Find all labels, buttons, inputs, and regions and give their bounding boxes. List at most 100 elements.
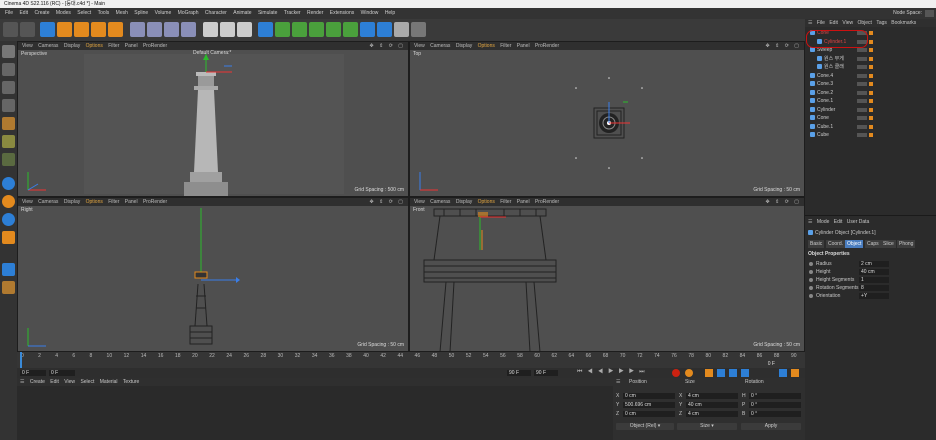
- visibility-toggle[interactable]: [857, 124, 867, 129]
- menu-character[interactable]: Character: [205, 10, 227, 16]
- start-frame-field[interactable]: 0 F: [20, 370, 46, 376]
- vp-menu-prorender[interactable]: ProRender: [535, 199, 559, 205]
- mat-menu-edit[interactable]: Edit: [50, 379, 59, 385]
- tag-icon[interactable]: [869, 99, 873, 103]
- vp-menu-display[interactable]: Display: [456, 43, 472, 49]
- menu-spline[interactable]: Spline: [134, 10, 148, 16]
- menu-animate[interactable]: Animate: [233, 10, 251, 16]
- attr-tab[interactable]: Caps: [865, 240, 881, 248]
- end-frame-field[interactable]: 90 F: [507, 370, 531, 376]
- make-editable-icon[interactable]: [2, 45, 15, 58]
- object-row[interactable]: Cone.4: [805, 72, 936, 80]
- prop-value-field[interactable]: 1: [859, 277, 889, 283]
- tag-icon[interactable]: [869, 48, 873, 52]
- vp-menu-filter[interactable]: Filter: [108, 43, 119, 49]
- menu-edit[interactable]: Edit: [19, 10, 28, 16]
- scale-tool-icon[interactable]: [74, 22, 89, 37]
- light-icon[interactable]: [394, 22, 409, 37]
- object-row[interactable]: 원스 부게: [805, 55, 936, 63]
- current-frame-field[interactable]: 0 F: [49, 370, 75, 376]
- film-icon[interactable]: [791, 369, 799, 377]
- object-name[interactable]: Cone.1: [817, 98, 833, 104]
- viewport-top[interactable]: View Cameras Display Options Filter Pane…: [409, 41, 805, 197]
- mat-menu-select[interactable]: Select: [80, 379, 94, 385]
- object-name[interactable]: Cube.1: [817, 124, 833, 130]
- vp-menu-options[interactable]: Options: [478, 199, 495, 205]
- visibility-toggle[interactable]: [857, 48, 867, 52]
- axis-x-icon[interactable]: [130, 22, 145, 37]
- object-row[interactable]: Cube: [805, 131, 936, 139]
- size-field[interactable]: 40 cm: [686, 402, 738, 408]
- animate-dot-icon[interactable]: [809, 270, 813, 274]
- axis-y-icon[interactable]: [147, 22, 162, 37]
- texture-mode-icon[interactable]: [2, 81, 15, 94]
- uv-mode-icon[interactable]: [2, 153, 15, 166]
- menu-tracker[interactable]: Tracker: [284, 10, 301, 16]
- render-settings-icon[interactable]: [237, 22, 252, 37]
- tag-icon[interactable]: [869, 90, 873, 95]
- model-mode-icon[interactable]: [2, 63, 15, 76]
- keyframe-param-icon[interactable]: [741, 369, 749, 377]
- pen-spline-icon[interactable]: [275, 22, 290, 37]
- attr-tab[interactable]: Phong: [897, 240, 916, 248]
- node-space-dropdown[interactable]: [925, 10, 934, 17]
- menu-modes[interactable]: Modes: [56, 10, 71, 16]
- menu-select[interactable]: Select: [77, 10, 91, 16]
- vp-menu-view[interactable]: View: [22, 43, 33, 49]
- points-mode-icon[interactable]: [2, 99, 15, 112]
- autokey-icon[interactable]: [685, 369, 693, 377]
- vp-menu-options[interactable]: Options: [86, 199, 103, 205]
- viewport-nav-icons[interactable]: ✥ ⇕ ⟳ ▢: [370, 42, 405, 50]
- record-icon[interactable]: [672, 369, 680, 377]
- menu-help[interactable]: Help: [385, 10, 395, 16]
- object-name[interactable]: Cube: [817, 132, 829, 138]
- viewport-solo-icon[interactable]: [2, 281, 15, 294]
- snap-icon[interactable]: [2, 177, 15, 190]
- object-name[interactable]: Cone: [817, 115, 829, 121]
- om-menu-edit[interactable]: Edit: [829, 20, 838, 26]
- tag-icon[interactable]: [869, 31, 873, 35]
- attr-tab[interactable]: Basic: [808, 240, 825, 248]
- menu-file[interactable]: File: [5, 10, 13, 16]
- prop-value-field[interactable]: +Y: [859, 293, 889, 299]
- locked-workplane-icon[interactable]: [2, 231, 15, 244]
- object-name[interactable]: Cone.4: [817, 73, 833, 79]
- vp-menu-display[interactable]: Display: [64, 199, 80, 205]
- scene-icon[interactable]: [411, 22, 426, 37]
- render-view-icon[interactable]: [203, 22, 218, 37]
- attr-tab[interactable]: Object: [845, 240, 864, 248]
- om-menu-file[interactable]: File: [817, 20, 825, 26]
- position-field[interactable]: 0 cm: [623, 411, 675, 417]
- keyframe-rotation-icon[interactable]: [729, 369, 737, 377]
- tag-icon[interactable]: [869, 65, 873, 69]
- animate-dot-icon[interactable]: [809, 262, 813, 266]
- vp-menu-panel[interactable]: Panel: [125, 199, 138, 205]
- om-menu-view[interactable]: View: [842, 20, 853, 26]
- viewport-perspective[interactable]: View Cameras Display Options Filter Pane…: [17, 41, 409, 197]
- object-row[interactable]: Cone: [805, 114, 936, 122]
- size-mode-dropdown[interactable]: Size ▾: [677, 423, 737, 430]
- menu-mograph[interactable]: MoGraph: [178, 10, 199, 16]
- animate-dot-icon[interactable]: [809, 278, 813, 282]
- keyframe-position-icon[interactable]: [705, 369, 713, 377]
- render-picture-viewer-icon[interactable]: [220, 22, 235, 37]
- playhead[interactable]: [20, 352, 22, 368]
- vp-menu-view[interactable]: View: [22, 199, 33, 205]
- attr-menu-edit[interactable]: Edit: [834, 219, 843, 225]
- om-menu-object[interactable]: Object: [857, 20, 871, 26]
- animate-dot-icon[interactable]: [809, 294, 813, 298]
- vp-menu-options[interactable]: Options: [86, 43, 103, 49]
- vp-menu-cameras[interactable]: Cameras: [430, 43, 450, 49]
- rotation-field[interactable]: 0 °: [749, 411, 801, 417]
- visibility-toggle[interactable]: [857, 82, 867, 86]
- array-icon[interactable]: [309, 22, 324, 37]
- attr-tab[interactable]: Coord.: [826, 240, 846, 248]
- timeline-ruler[interactable]: 0 2 4 6 8 10 12 14 16 18 20 22 24 26 28 30 32 34 36 38 40 42 4…: [17, 352, 805, 368]
- undo-icon[interactable]: [3, 22, 18, 37]
- viewport-nav-icons[interactable]: ✥ ⇕ ⟳ ▢: [370, 198, 405, 206]
- quantize-icon[interactable]: [2, 195, 15, 208]
- size-field[interactable]: 4 cm: [686, 393, 738, 399]
- viewport-right[interactable]: View Cameras Display Options Filter Pane…: [17, 197, 409, 352]
- menu-create[interactable]: Create: [34, 10, 49, 16]
- visibility-toggle[interactable]: [857, 107, 867, 112]
